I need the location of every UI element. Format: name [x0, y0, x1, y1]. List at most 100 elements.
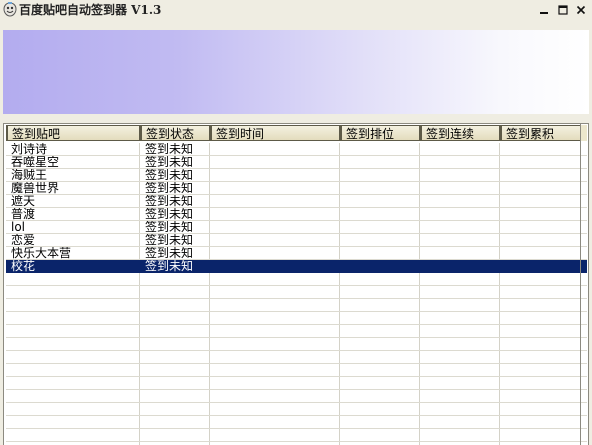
title-bar[interactable]: 百度贴吧自动签到器 V1.3: [0, 0, 592, 20]
cell-rank: [340, 182, 420, 195]
column-header-tieba[interactable]: 签到贴吧: [6, 125, 140, 141]
cell-streak: [420, 221, 500, 234]
cell-total: [500, 221, 581, 234]
cell-rank: [340, 260, 420, 273]
tieba-list[interactable]: 签到贴吧 签到状态 签到时间 签到排位 签到连续 签到累积 刘诗诗 签到未知 吞噬星…: [3, 123, 589, 445]
app-icon: [3, 2, 17, 17]
cell-rank: [340, 247, 420, 260]
cell-tieba: 普渡: [11, 208, 36, 221]
column-header-total[interactable]: 签到累积: [500, 125, 581, 141]
cell-rank: [340, 169, 420, 182]
cell-total: [500, 234, 581, 247]
window-title: 百度贴吧自动签到器 V1.3: [19, 3, 162, 17]
cell-total: [500, 169, 581, 182]
cell-time: [210, 234, 340, 247]
cell-status: 签到未知: [145, 234, 194, 247]
cell-streak: [420, 156, 500, 169]
list-header: 签到贴吧 签到状态 签到时间 签到排位 签到连续 签到累积: [6, 125, 587, 141]
minimize-button[interactable]: [535, 1, 553, 18]
banner-image: [3, 30, 589, 114]
cell-tieba: 遮天: [11, 195, 36, 208]
maximize-button[interactable]: [554, 1, 572, 18]
table-row[interactable]: 海贼王 签到未知: [6, 169, 587, 182]
cell-streak: [420, 195, 500, 208]
row-divider: [6, 311, 587, 312]
row-divider: [6, 402, 587, 403]
cell-rank: [340, 208, 420, 221]
cell-tieba: 海贼王: [11, 169, 48, 182]
cell-tieba: 刘诗诗: [11, 143, 48, 156]
row-divider: [6, 337, 587, 338]
cell-streak: [420, 234, 500, 247]
table-row[interactable]: lol 签到未知: [6, 221, 587, 234]
cell-status: 签到未知: [145, 221, 194, 234]
table-row[interactable]: 恋爱 签到未知: [6, 234, 587, 247]
cell-tieba: lol: [11, 221, 26, 234]
row-divider: [6, 441, 587, 442]
minimize-icon: [540, 12, 548, 14]
cell-status: 签到未知: [145, 156, 194, 169]
cell-time: [210, 169, 340, 182]
cell-tieba: 魔兽世界: [11, 182, 60, 195]
cell-rank: [340, 221, 420, 234]
row-divider: [6, 285, 587, 286]
close-button[interactable]: [572, 1, 590, 18]
maximize-icon: [558, 5, 568, 15]
cell-rank: [340, 143, 420, 156]
row-divider: [6, 376, 587, 377]
row-divider: [6, 415, 587, 416]
cell-tieba: 校花: [11, 260, 36, 273]
cell-streak: [420, 208, 500, 221]
cell-time: [210, 260, 340, 273]
row-divider: [6, 389, 587, 390]
cell-rank: [340, 156, 420, 169]
cell-status: 签到未知: [145, 195, 194, 208]
cell-streak: [420, 182, 500, 195]
cell-total: [500, 208, 581, 221]
cell-time: [210, 182, 340, 195]
table-row[interactable]: 魔兽世界 签到未知: [6, 182, 587, 195]
table-row[interactable]: 普渡 签到未知: [6, 208, 587, 221]
row-divider: [6, 428, 587, 429]
cell-status: 签到未知: [145, 260, 194, 273]
row-divider: [6, 324, 587, 325]
table-row[interactable]: 吞噬星空 签到未知: [6, 156, 587, 169]
cell-status: 签到未知: [145, 182, 194, 195]
table-row[interactable]: 刘诗诗 签到未知: [6, 143, 587, 156]
cell-tieba: 吞噬星空: [11, 156, 60, 169]
cell-rank: [340, 234, 420, 247]
cell-status: 签到未知: [145, 247, 194, 260]
cell-tieba: 恋爱: [11, 234, 36, 247]
row-divider: [6, 298, 587, 299]
table-row[interactable]: 快乐大本营 签到未知: [6, 247, 587, 260]
cell-time: [210, 195, 340, 208]
close-icon: [576, 5, 586, 15]
cell-time: [210, 143, 340, 156]
cell-streak: [420, 247, 500, 260]
cell-time: [210, 208, 340, 221]
cell-total: [500, 182, 581, 195]
column-header-status[interactable]: 签到状态: [140, 125, 210, 141]
cell-total: [500, 260, 581, 273]
cell-time: [210, 247, 340, 260]
cell-streak: [420, 143, 500, 156]
cell-total: [500, 156, 581, 169]
cell-status: 签到未知: [145, 169, 194, 182]
cell-rank: [340, 195, 420, 208]
cell-status: 签到未知: [145, 143, 194, 156]
table-row[interactable]: 遮天 签到未知: [6, 195, 587, 208]
column-header-rank[interactable]: 签到排位: [340, 125, 420, 141]
cell-total: [500, 195, 581, 208]
row-divider: [6, 350, 587, 351]
cell-streak: [420, 260, 500, 273]
column-header-streak[interactable]: 签到连续: [420, 125, 500, 141]
table-row[interactable]: 校花 签到未知: [6, 260, 587, 273]
list-body: 刘诗诗 签到未知 吞噬星空 签到未知 海贼王 签到未知 魔兽世界 签到未知 遮天 签到未知 普渡 签到…: [6, 143, 587, 445]
column-header-time[interactable]: 签到时间: [210, 125, 340, 141]
cell-total: [500, 247, 581, 260]
cell-tieba: 快乐大本营: [11, 247, 72, 260]
list-right-border: [580, 124, 581, 445]
cell-time: [210, 221, 340, 234]
cell-total: [500, 143, 581, 156]
row-divider: [6, 363, 587, 364]
